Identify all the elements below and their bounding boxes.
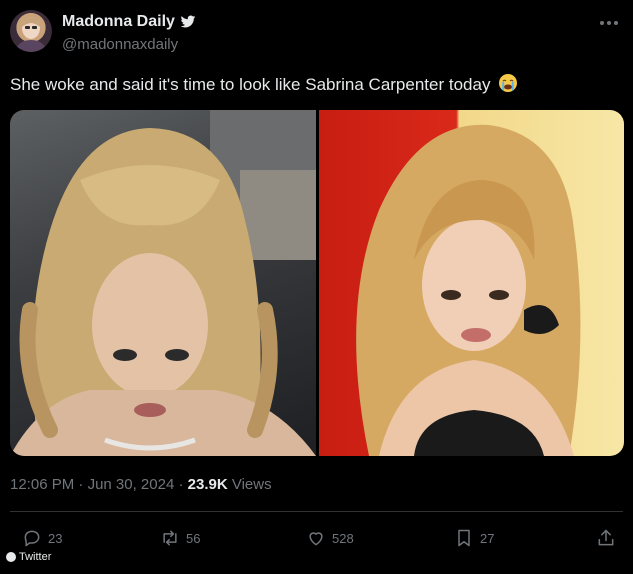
heart-icon bbox=[309, 532, 323, 546]
watermark-label: Twitter bbox=[19, 551, 52, 563]
bookmark-icon bbox=[458, 529, 470, 547]
more-options-icon[interactable] bbox=[599, 10, 619, 31]
bird-icon bbox=[180, 15, 196, 28]
sabrina-carpenter-photo[interactable] bbox=[318, 110, 624, 456]
tweet-text: She woke and said it's time to look like… bbox=[10, 73, 518, 98]
share-button[interactable] bbox=[596, 528, 616, 548]
meta-separator: · bbox=[78, 476, 84, 493]
like-button[interactable]: 528 bbox=[306, 528, 354, 548]
author-handle[interactable]: @madonnaxdaily bbox=[62, 36, 178, 53]
madonna-photo[interactable] bbox=[10, 110, 316, 456]
loudly-crying-face-icon bbox=[498, 73, 518, 98]
bookmark-count: 27 bbox=[480, 530, 495, 546]
reply-icon bbox=[24, 530, 40, 547]
reply-count: 23 bbox=[48, 530, 63, 546]
tweet-time[interactable]: 12:06 PM bbox=[10, 476, 74, 493]
avatar[interactable] bbox=[10, 10, 52, 52]
tweet-meta: 12:06 PM · Jun 30, 2024 · 23.9K Views bbox=[10, 476, 272, 493]
avatar-photo bbox=[15, 17, 47, 52]
retweet-icon bbox=[163, 530, 177, 546]
retweet-count: 56 bbox=[186, 530, 201, 546]
bookmark-button[interactable]: 27 bbox=[454, 528, 494, 548]
tweet-date[interactable]: Jun 30, 2024 bbox=[88, 476, 175, 493]
reply-button[interactable]: 23 bbox=[22, 528, 62, 548]
views-label: Views bbox=[231, 476, 272, 493]
divider bbox=[10, 511, 623, 512]
like-count: 528 bbox=[332, 530, 354, 546]
twitter-watermark: Twitter bbox=[6, 551, 51, 563]
tweet-media[interactable] bbox=[10, 110, 624, 456]
tweet-body: She woke and said it's time to look like… bbox=[10, 75, 491, 94]
author-display-name[interactable]: Madonna Daily bbox=[62, 13, 175, 31]
twitter-logo-icon bbox=[6, 552, 16, 562]
meta-separator: · bbox=[178, 476, 184, 493]
retweet-button[interactable]: 56 bbox=[160, 528, 200, 548]
author-name-row[interactable]: Madonna Daily bbox=[62, 13, 196, 31]
views-count: 23.9K bbox=[187, 476, 228, 493]
share-icon bbox=[598, 529, 614, 546]
tweet-actions: 23 56 528 27 bbox=[22, 528, 622, 554]
